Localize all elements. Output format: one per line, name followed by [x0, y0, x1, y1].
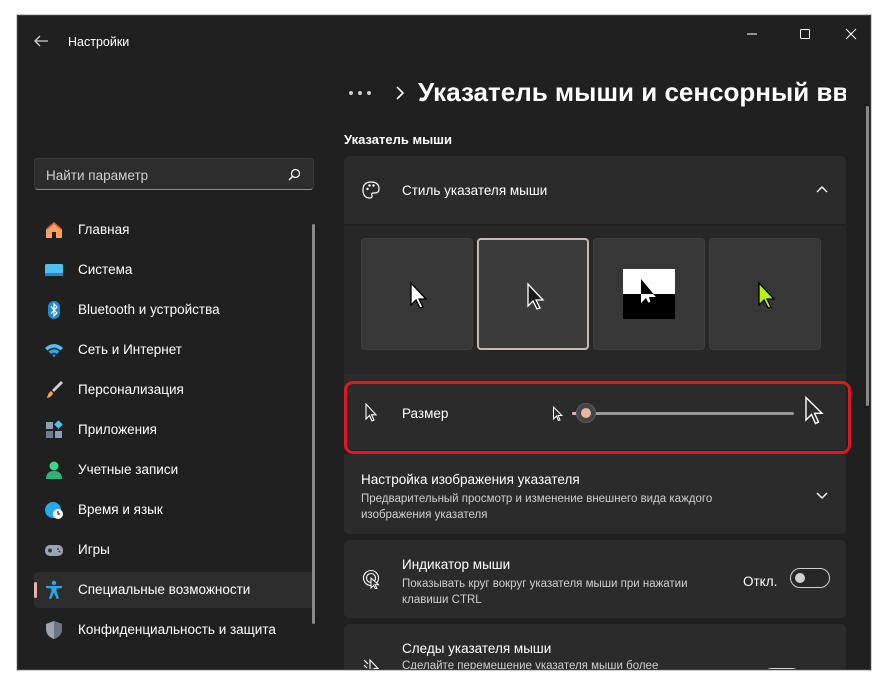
- cursor-black-icon: [527, 282, 545, 310]
- pointer-size-slider[interactable]: [572, 402, 794, 424]
- chevron-right-icon: [396, 86, 405, 100]
- minimize-icon[interactable]: [741, 26, 763, 42]
- sidebar-item-home[interactable]: Главная: [34, 212, 314, 248]
- pointer-style-label: Стиль указателя мыши: [402, 183, 548, 198]
- bluetooth-icon: [48, 301, 60, 319]
- search-icon[interactable]: [288, 168, 301, 181]
- sidebar-item-label: Учетные записи: [78, 462, 179, 477]
- cursor-custom-color-icon: [758, 281, 776, 309]
- slider-thumb[interactable]: [576, 403, 596, 423]
- back-arrow-icon[interactable]: [32, 33, 50, 49]
- account-icon: [46, 461, 62, 479]
- pointer-style-inverted[interactable]: [593, 238, 705, 350]
- pointer-style-card[interactable]: Стиль указателя мыши: [344, 156, 846, 224]
- cursor-large-icon: [805, 396, 824, 425]
- customize-pointer-description: Предварительный просмотр и изменение вне…: [361, 493, 713, 521]
- sidebar-item-accounts[interactable]: Учетные записи: [34, 452, 314, 488]
- chevron-down-icon[interactable]: [816, 490, 828, 500]
- sidebar-item-label: Bluetooth и устройства: [78, 302, 220, 317]
- close-icon[interactable]: [840, 26, 862, 42]
- sidebar-item-label: Система: [78, 262, 133, 277]
- search-input[interactable]: [46, 166, 276, 184]
- wifi-icon: [45, 344, 63, 358]
- sidebar-item-apps[interactable]: Приложения: [34, 412, 314, 448]
- title-bar: Настройки: [18, 16, 870, 66]
- mouse-indicator-state: Откл.: [743, 574, 778, 589]
- sidebar-item-time-language[interactable]: Время и язык: [34, 492, 314, 528]
- sidebar-item-network[interactable]: Сеть и Интернет: [34, 332, 314, 368]
- pointer-trails-description: Сделайте перемещение указателя мыши боле…: [402, 660, 659, 670]
- cursor-inverted-icon: [623, 269, 675, 319]
- sidebar-nav: Главная Система Bluetooth и устройства С…: [34, 212, 314, 652]
- sidebar-item-bluetooth[interactable]: Bluetooth и устройства: [34, 292, 314, 328]
- pointer-style-options: [344, 226, 846, 374]
- sidebar-item-label: Персонализация: [78, 382, 184, 397]
- pointer-trails-title: Следы указателя мыши: [402, 641, 552, 656]
- globe-clock-icon: [45, 502, 63, 519]
- sidebar-item-label: Приложения: [78, 422, 157, 437]
- mouse-indicator-title: Индикатор мыши: [402, 557, 511, 572]
- more-icon[interactable]: [348, 90, 372, 96]
- sidebar-item-gaming[interactable]: Игры: [34, 532, 314, 568]
- sidebar-item-label: Игры: [78, 542, 110, 557]
- pointer-trails-card: Следы указателя мыши Сделайте перемещени…: [344, 624, 846, 670]
- settings-window: Настройки Главная: [17, 15, 871, 670]
- page-title: Указатель мыши и сенсорный ввод: [418, 77, 846, 107]
- sidebar-item-accessibility[interactable]: Специальные возможности: [34, 572, 314, 608]
- search-box[interactable]: [34, 158, 314, 190]
- customize-pointer-image-card[interactable]: Настройка изображения указателя Предвари…: [344, 454, 846, 534]
- home-icon: [46, 222, 62, 238]
- mouse-indicator-card: Индикатор мыши Показывать круг вокруг ук…: [344, 540, 846, 618]
- sidebar-item-label: Специальные возможности: [78, 582, 251, 597]
- pointer-size-label: Размер: [402, 406, 449, 421]
- mouse-indicator-description: Показывать круг вокруг указателя мыши пр…: [402, 578, 688, 606]
- sidebar-item-label: Сеть и Интернет: [78, 342, 182, 357]
- sidebar-scrollbar[interactable]: [312, 224, 315, 624]
- slider-track: [572, 412, 794, 415]
- sidebar-item-label: Конфиденциальность и защита: [78, 622, 276, 637]
- customize-pointer-title: Настройка изображения указателя: [361, 472, 580, 487]
- display-icon: [45, 264, 63, 276]
- shield-icon: [46, 621, 62, 639]
- sidebar-item-label: Время и язык: [78, 502, 163, 517]
- main-scrollbar[interactable]: [866, 106, 869, 406]
- pointer-style-white[interactable]: [361, 238, 473, 350]
- palette-icon: [362, 181, 380, 199]
- pointer-style-black[interactable]: [477, 238, 589, 350]
- sidebar-item-label: Главная: [78, 222, 130, 237]
- sidebar-item-privacy[interactable]: Конфиденциальность и защита: [34, 612, 314, 648]
- mouse-indicator-icon: [362, 569, 380, 589]
- maximize-icon[interactable]: [794, 26, 816, 42]
- breadcrumb: Указатель мыши и сенсорный ввод: [346, 76, 846, 112]
- pointer-trails-toggle[interactable]: [762, 668, 802, 669]
- accessibility-icon: [46, 580, 62, 599]
- section-title: Указатель мыши: [344, 132, 453, 147]
- cursor-small-icon: [553, 406, 563, 422]
- sidebar-item-system[interactable]: Система: [34, 252, 314, 288]
- pointer-style-custom[interactable]: [709, 238, 821, 350]
- apps-icon: [46, 420, 63, 438]
- chevron-up-icon[interactable]: [816, 184, 828, 194]
- mouse-indicator-toggle[interactable]: [790, 568, 830, 588]
- pointer-size-card: Размер: [344, 374, 846, 450]
- gamepad-icon: [45, 545, 63, 556]
- app-title: Настройки: [68, 35, 130, 49]
- sidebar-item-personalization[interactable]: Персонализация: [34, 372, 314, 408]
- cursor-size-icon: [365, 403, 378, 422]
- cursor-white-icon: [410, 281, 428, 309]
- brush-icon: [47, 381, 63, 398]
- pointer-trails-icon: [363, 658, 380, 669]
